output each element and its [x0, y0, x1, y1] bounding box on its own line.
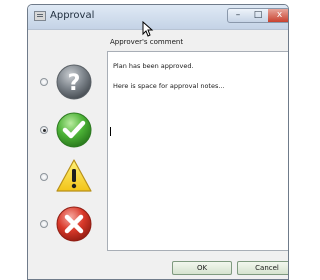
text-caret	[110, 127, 111, 136]
radio-question[interactable]	[40, 78, 48, 86]
app-icon	[34, 11, 46, 21]
approval-notes-textarea[interactable]: Plan has been approved. Here is space fo…	[107, 51, 288, 251]
status-option-approved[interactable]	[36, 111, 100, 149]
status-option-rejected[interactable]	[36, 205, 100, 243]
cancel-button[interactable]: Cancel	[237, 261, 288, 275]
close-button[interactable]: x	[268, 8, 288, 23]
radio-warning[interactable]	[40, 173, 48, 181]
radio-rejected[interactable]	[40, 220, 48, 228]
comment-label: Approver's comment	[110, 38, 184, 46]
title-bar[interactable]: Approval – □ x	[28, 5, 288, 30]
mouse-cursor-icon	[142, 21, 154, 37]
minimize-button[interactable]: –	[227, 8, 249, 23]
question-icon: ?	[56, 64, 92, 100]
status-option-question[interactable]: ?	[36, 63, 100, 101]
ok-button[interactable]: OK	[172, 261, 232, 275]
notes-line-1: Plan has been approved.	[113, 62, 194, 70]
radio-approved[interactable]	[40, 126, 48, 134]
warning-icon	[56, 159, 92, 192]
maximize-button[interactable]: □	[248, 8, 269, 23]
check-icon	[56, 112, 92, 148]
svg-text:?: ?	[68, 71, 81, 96]
notes-line-2: Here is space for approval notes...	[113, 82, 225, 90]
error-x-icon	[56, 206, 92, 242]
status-option-warning[interactable]	[36, 157, 100, 195]
window-title: Approval	[50, 10, 95, 21]
approval-window: Approval – □ x ? Approver's comment Plan…	[27, 4, 289, 280]
